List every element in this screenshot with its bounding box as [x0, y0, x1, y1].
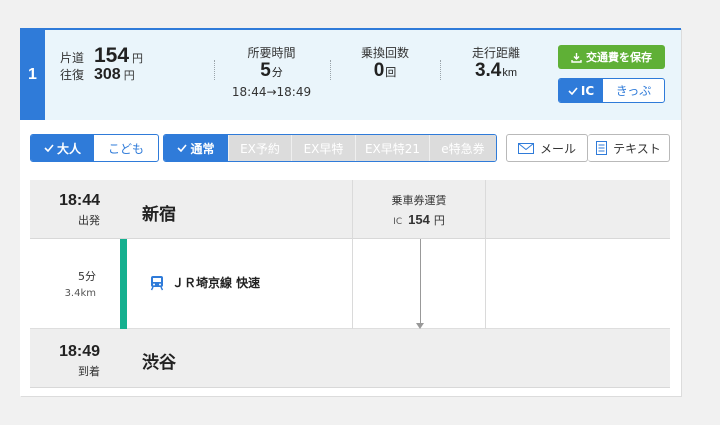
ic-option[interactable]: IC — [559, 79, 603, 102]
arrival-station[interactable]: 渋谷 — [142, 348, 176, 373]
travel-time-caption: 所要時間 — [247, 46, 296, 60]
departure-label: 出発 — [78, 214, 100, 227]
departure-time: 18:44 — [59, 192, 100, 209]
column-divider — [352, 180, 353, 329]
document-icon — [596, 141, 608, 155]
check-icon — [568, 86, 578, 95]
ic-option-label: IC — [580, 83, 595, 98]
distance-caption: 走行距離 — [471, 46, 520, 60]
ic-tag: IC — [393, 217, 403, 227]
arrival-label: 到着 — [78, 365, 100, 378]
divider — [330, 60, 331, 80]
oneway-label: 片道 — [60, 51, 85, 65]
column-divider — [485, 180, 486, 329]
fare-type-toggle: 通常 EX予約 EX早特 EX早特21 e特急券 — [163, 134, 497, 162]
envelope-icon — [517, 142, 534, 154]
passenger-toggle: 大人 こども — [30, 134, 159, 162]
segment-distance: 3.4km — [64, 288, 96, 299]
round-unit: 円 — [123, 69, 135, 82]
ticket-fare-caption: 乗車券運賃 — [391, 194, 447, 207]
transfer-count: 乗換回数 0回 — [345, 44, 425, 82]
timetable: 18:44 出発 新宿 乗車券運賃 IC 154 円 5分 3.4km ＪＲ埼京線 … — [30, 180, 670, 388]
fare-type-e-express: e特急券 — [429, 135, 496, 161]
adult-option[interactable]: 大人 — [31, 135, 94, 161]
ic-ticket-toggle: IC きっぷ — [558, 78, 665, 103]
mail-label: メール — [539, 141, 576, 156]
fare-type-regular-label: 通常 — [190, 141, 215, 156]
transfer-unit: 回 — [385, 67, 397, 79]
travel-time: 所要時間 5分 18:44→18:49 — [225, 44, 318, 99]
check-icon — [44, 144, 54, 152]
save-fare-button[interactable]: 交通費を保存 — [558, 45, 665, 69]
download-icon — [571, 52, 582, 63]
save-fare-label: 交通費を保存 — [586, 51, 652, 64]
fare-type-ex-reserve: EX予約 — [228, 135, 291, 161]
round-fare: 308 — [94, 66, 121, 83]
divider — [440, 60, 441, 80]
departure-row: 18:44 出発 新宿 乗車券運賃 IC 154 円 — [30, 180, 670, 239]
travel-time-span: 18:44→18:49 — [231, 85, 312, 99]
text-label: テキスト — [613, 141, 661, 156]
segment-duration: 5分 — [78, 270, 96, 283]
ticket-fare-unit: 円 — [433, 214, 445, 227]
divider — [214, 60, 215, 80]
fare-type-regular[interactable]: 通常 — [164, 135, 228, 161]
fare-summary: 片道 154 円 往復 308 円 — [60, 44, 143, 88]
round-label: 往復 — [60, 68, 85, 82]
transfer-value: 0 — [373, 60, 385, 81]
route-summary: 1 片道 154 円 往復 308 円 所要時間 5分 18:44→18:49 … — [20, 30, 681, 120]
fare-range-line — [420, 239, 421, 326]
text-button[interactable]: テキスト — [588, 134, 670, 162]
distance-value: 3.4 — [474, 60, 502, 81]
travel-time-unit: 分 — [271, 67, 283, 79]
departure-station[interactable]: 新宿 — [142, 200, 176, 225]
train-icon — [150, 275, 164, 290]
mail-button[interactable]: メール — [506, 134, 588, 162]
oneway-fare: 154 — [94, 44, 130, 67]
distance: 走行距離 3.4km — [460, 44, 532, 82]
train-line-name: ＪＲ埼京線 快速 — [172, 276, 261, 290]
ticket-fare-value: 154 — [408, 212, 430, 227]
route-number: 1 — [20, 30, 45, 120]
child-option[interactable]: こども — [94, 135, 158, 161]
train-line[interactable]: ＪＲ埼京線 快速 — [150, 274, 260, 291]
arrival-time: 18:49 — [59, 343, 100, 360]
oneway-unit: 円 — [132, 52, 144, 65]
travel-time-value: 5 — [260, 60, 271, 81]
adult-option-label: 大人 — [56, 141, 81, 156]
distance-unit: km — [502, 67, 518, 79]
segment-row: 5分 3.4km ＪＲ埼京線 快速 — [30, 239, 670, 329]
line-color-bar — [120, 239, 127, 329]
fare-type-ex-early21: EX早特21 — [355, 135, 429, 161]
ticket-option[interactable]: きっぷ — [603, 79, 664, 102]
transfer-caption: 乗換回数 — [360, 46, 409, 60]
ticket-fare: 乗車券運賃 IC 154 円 — [353, 192, 485, 228]
check-icon — [177, 144, 188, 152]
route-card: 1 片道 154 円 往復 308 円 所要時間 5分 18:44→18:49 … — [20, 28, 681, 396]
fare-type-ex-early: EX早特 — [291, 135, 355, 161]
arrival-row: 18:49 到着 渋谷 — [30, 329, 670, 388]
